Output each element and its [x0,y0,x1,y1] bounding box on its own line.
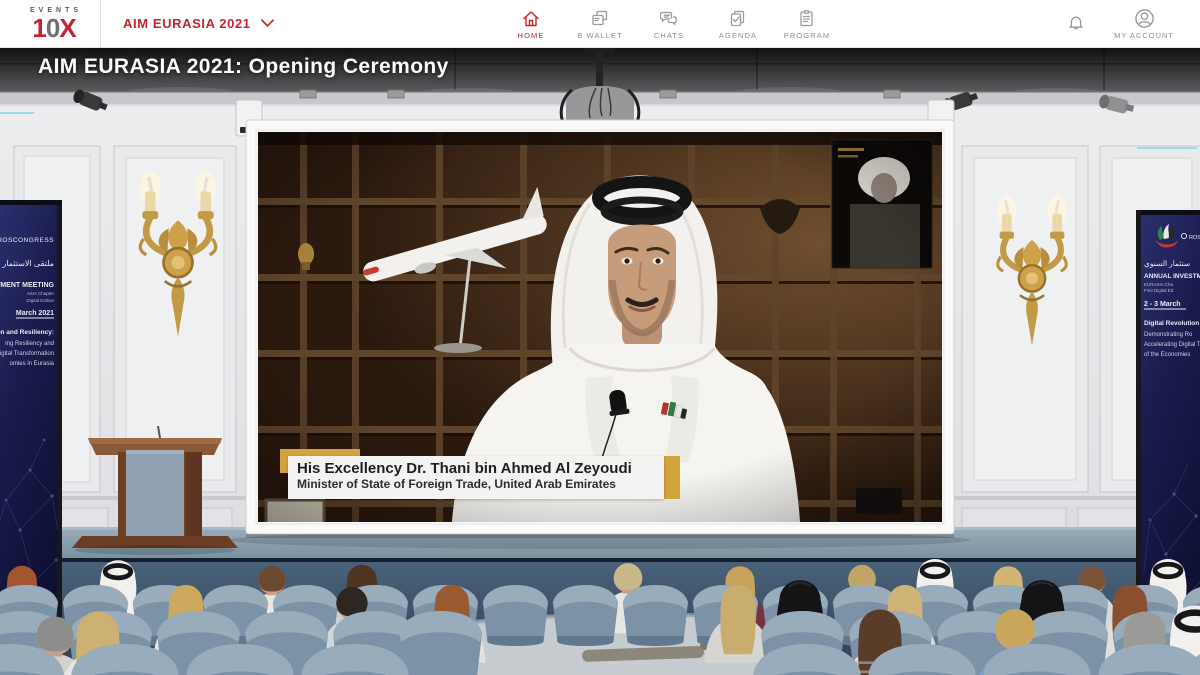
nav-item-program[interactable]: PROGRAM [781,8,833,40]
nav-label: AGENDA [719,31,757,40]
banner-text: igital Transformation [0,351,54,357]
nav-label: CHATS [654,31,684,40]
wallet-icon [589,8,611,29]
session-title: AIM EURASIA 2021: Opening Ceremony [38,55,449,79]
banner-text: ing Resiliency and [5,341,54,347]
chats-icon [658,8,680,29]
virtual-event-app: EVENTS 10X AIM EURASIA 2021 HOME B WALLE… [0,0,1200,675]
banner-text: ملتقى الاستثمار [1,259,54,268]
banner-text: ROSC [1189,235,1200,241]
speaker-title: Minister of State of Foreign Trade, Unit… [297,477,655,492]
event-selector-label: AIM EURASIA 2021 [123,16,251,31]
nav-item-b-wallet[interactable]: B WALLET [574,8,626,40]
program-icon [796,8,818,29]
speaker-lower-third: His Excellency Dr. Thani bin Ahmed Al Ze… [288,456,664,499]
banner-text: Digital Edition [26,298,54,303]
banner-text: ESTMENT MEETING [0,282,55,289]
nav-item-home[interactable]: HOME [505,8,557,40]
account-label: MY ACCOUNT [1114,31,1174,40]
account-icon [1133,7,1156,30]
event-selector[interactable]: AIM EURASIA 2021 [100,0,274,48]
speaker-name: His Excellency Dr. Thani bin Ahmed Al Ze… [297,460,655,477]
nav-item-chats[interactable]: CHATS [643,8,695,40]
agenda-icon [727,8,749,29]
banner-text: tion and Resiliency: [0,329,54,336]
main-nav: HOME B WALLET CHATS AGENDA PROGRAM [505,0,833,48]
banner-text: ANNUAL INVESTME [1144,273,1200,280]
notifications-button[interactable] [1066,13,1086,34]
logo-10x-text: 10X [32,15,75,41]
nav-label: HOME [518,31,545,40]
banner-text: Digital Revolution a [1144,320,1200,327]
nav-label: PROGRAM [784,31,830,40]
caption-gold-accent [664,456,680,499]
chevron-down-icon [261,19,274,28]
home-icon [520,8,542,29]
banner-text: ROSCONGRESS [0,237,54,244]
banner-text: Accelerating Digital T [1144,342,1200,348]
banner-text: First Digital Ed [1144,288,1174,293]
banner-text: EURASIA Cha [1144,282,1174,287]
bell-icon [1066,13,1086,34]
events-10x-logo[interactable]: EVENTS 10X [26,7,82,41]
auditorium-scene: ROSCONGRESS ملتقى الاستثمار ESTMENT MEET… [0,48,1200,675]
banner-text: of the Economies [1144,352,1190,358]
header-right: MY ACCOUNT [1066,7,1174,40]
header: EVENTS 10X AIM EURASIA 2021 HOME B WALLE… [0,0,1200,48]
banner-text: Demonstrating Ro [1144,332,1193,338]
banner-text: ASIA Chapter [27,291,55,296]
nav-item-agenda[interactable]: AGENDA [712,8,764,40]
banner-text: March 2021 [16,310,54,317]
banner-text: 2 - 3 March [1144,301,1181,308]
my-account-button[interactable]: MY ACCOUNT [1114,7,1174,40]
banner-text: ستثمار السنوي [1144,259,1191,268]
banner-text: omies in Eurasia [10,361,55,367]
nav-label: B WALLET [577,31,623,40]
